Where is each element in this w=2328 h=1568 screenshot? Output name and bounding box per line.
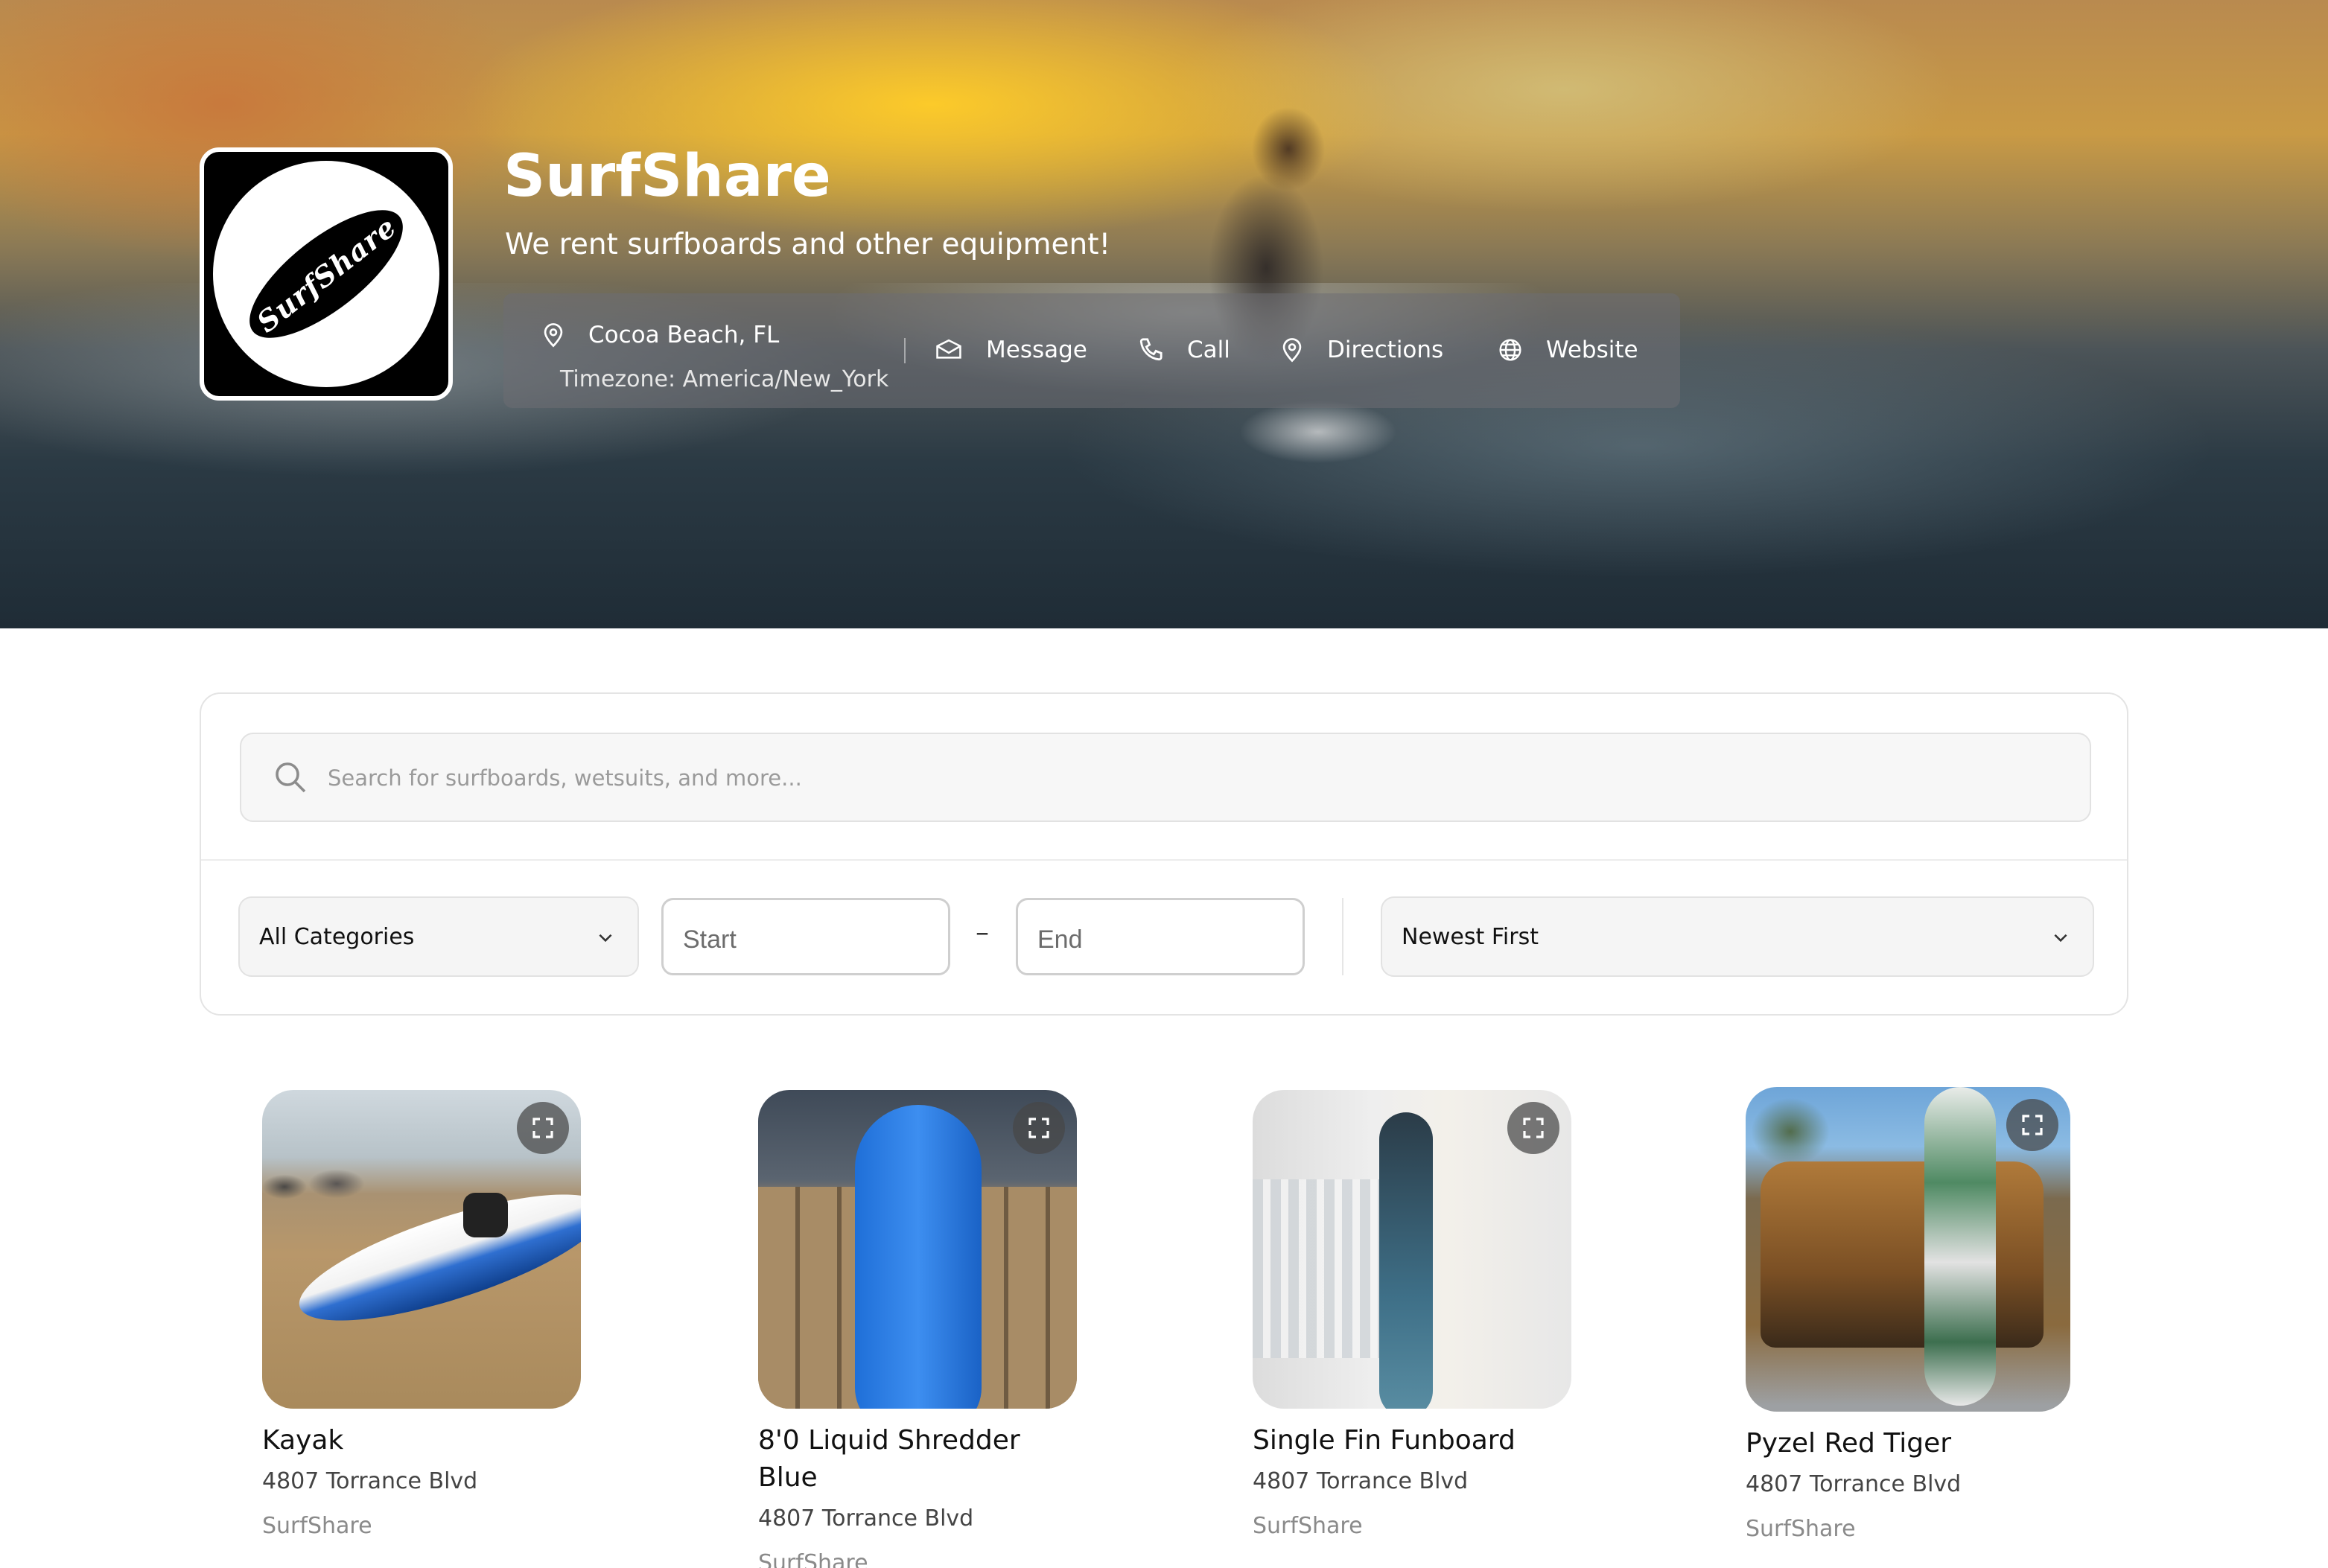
location-text: Cocoa Beach, FL	[588, 322, 780, 348]
listing-image[interactable]	[758, 1090, 1077, 1409]
listing-image[interactable]	[1253, 1090, 1571, 1409]
timezone-text: Timezone: America/New_York	[560, 366, 889, 392]
envelope-icon	[936, 339, 961, 359]
message-label: Message	[986, 337, 1087, 363]
expand-icon	[2022, 1115, 2043, 1135]
expand-image-button[interactable]	[1507, 1102, 1559, 1154]
hero-banner: SurfShare SurfShare We rent surfboards a…	[0, 0, 2328, 628]
listing-card[interactable]: 8'0 Liquid Shredder Blue 4807 Torrance B…	[758, 1090, 1086, 1568]
image-detail	[855, 1105, 982, 1409]
expand-icon	[532, 1118, 553, 1138]
panel-divider	[201, 859, 2127, 861]
image-detail	[1761, 1161, 2044, 1348]
search-input[interactable]	[328, 755, 2041, 801]
phone-icon	[1139, 338, 1163, 361]
expand-image-button[interactable]	[517, 1102, 569, 1154]
date-range-separator: –	[976, 917, 989, 948]
start-date-input[interactable]	[683, 920, 929, 960]
listing-address: 4807 Torrance Blvd	[758, 1505, 974, 1532]
info-divider	[904, 338, 906, 363]
expand-image-button[interactable]	[2006, 1099, 2058, 1151]
listing-owner: SurfShare	[758, 1550, 868, 1568]
image-detail	[1253, 1179, 1379, 1358]
globe-icon	[1499, 339, 1521, 361]
directions-pin-icon	[1282, 338, 1302, 363]
sort-select[interactable]: Newest First	[1381, 896, 2094, 977]
website-label: Website	[1546, 337, 1638, 363]
logo-surfboard: SurfShare	[230, 188, 422, 360]
start-date-field[interactable]	[661, 898, 950, 975]
listing-address: 4807 Torrance Blvd	[262, 1468, 478, 1494]
brand-logo: SurfShare	[200, 147, 453, 401]
listing-title[interactable]: Pyzel Red Tiger	[1746, 1425, 2073, 1462]
listing-address: 4807 Torrance Blvd	[1253, 1468, 1469, 1494]
listing-owner: SurfShare	[262, 1513, 372, 1539]
message-button[interactable]: Message	[935, 335, 1087, 365]
image-detail	[1924, 1087, 1996, 1406]
brand-tagline: We rent surfboards and other equipment!	[505, 228, 1111, 261]
listing-address: 4807 Torrance Blvd	[1746, 1471, 1962, 1497]
category-select-value: All Categories	[259, 923, 415, 950]
sort-select-value: Newest First	[1402, 923, 1539, 950]
end-date-field[interactable]	[1016, 898, 1305, 975]
logo-circle: SurfShare	[213, 161, 439, 387]
chevron-down-icon	[2054, 934, 2067, 943]
listing-card[interactable]: Kayak 4807 Torrance Blvd SurfShare	[262, 1090, 590, 1541]
search-icon	[276, 762, 306, 793]
business-info-bar: Cocoa Beach, FL Timezone: America/New_Yo…	[503, 293, 1680, 408]
listing-title[interactable]: Single Fin Funboard	[1253, 1422, 1580, 1459]
chevron-down-icon	[599, 934, 612, 943]
listing-owner: SurfShare	[1746, 1516, 1856, 1542]
image-detail	[463, 1193, 508, 1237]
website-button[interactable]: Website	[1498, 335, 1638, 365]
location-info: Cocoa Beach, FL	[542, 320, 779, 350]
location-pin-icon	[544, 323, 563, 348]
directions-label: Directions	[1327, 337, 1444, 363]
page-title: SurfShare	[503, 143, 831, 210]
logo-text: SurfShare	[249, 209, 403, 339]
hero-surfer-image	[1132, 82, 1415, 469]
search-bar[interactable]	[240, 733, 2091, 822]
listing-card[interactable]: Single Fin Funboard 4807 Torrance Blvd S…	[1253, 1090, 1580, 1541]
listing-title[interactable]: Kayak	[262, 1422, 590, 1459]
listing-card[interactable]: Pyzel Red Tiger 4807 Torrance Blvd SurfS…	[1746, 1087, 2073, 1544]
expand-icon	[1028, 1118, 1049, 1138]
listing-title[interactable]: 8'0 Liquid Shredder Blue	[758, 1422, 1086, 1497]
listing-owner: SurfShare	[1253, 1513, 1363, 1539]
expand-image-button[interactable]	[1013, 1102, 1065, 1154]
directions-button[interactable]: Directions	[1281, 335, 1443, 365]
listing-image[interactable]	[1746, 1087, 2070, 1412]
image-detail	[262, 1157, 381, 1209]
filter-divider	[1342, 898, 1343, 975]
category-select[interactable]: All Categories	[238, 896, 639, 977]
call-label: Call	[1187, 337, 1230, 363]
search-filter-panel: All Categories – Newest First	[200, 692, 2128, 1016]
end-date-input[interactable]	[1037, 920, 1283, 960]
listing-image[interactable]	[262, 1090, 581, 1409]
expand-icon	[1523, 1118, 1544, 1138]
call-button[interactable]: Call	[1138, 335, 1230, 365]
image-detail	[1379, 1112, 1433, 1409]
